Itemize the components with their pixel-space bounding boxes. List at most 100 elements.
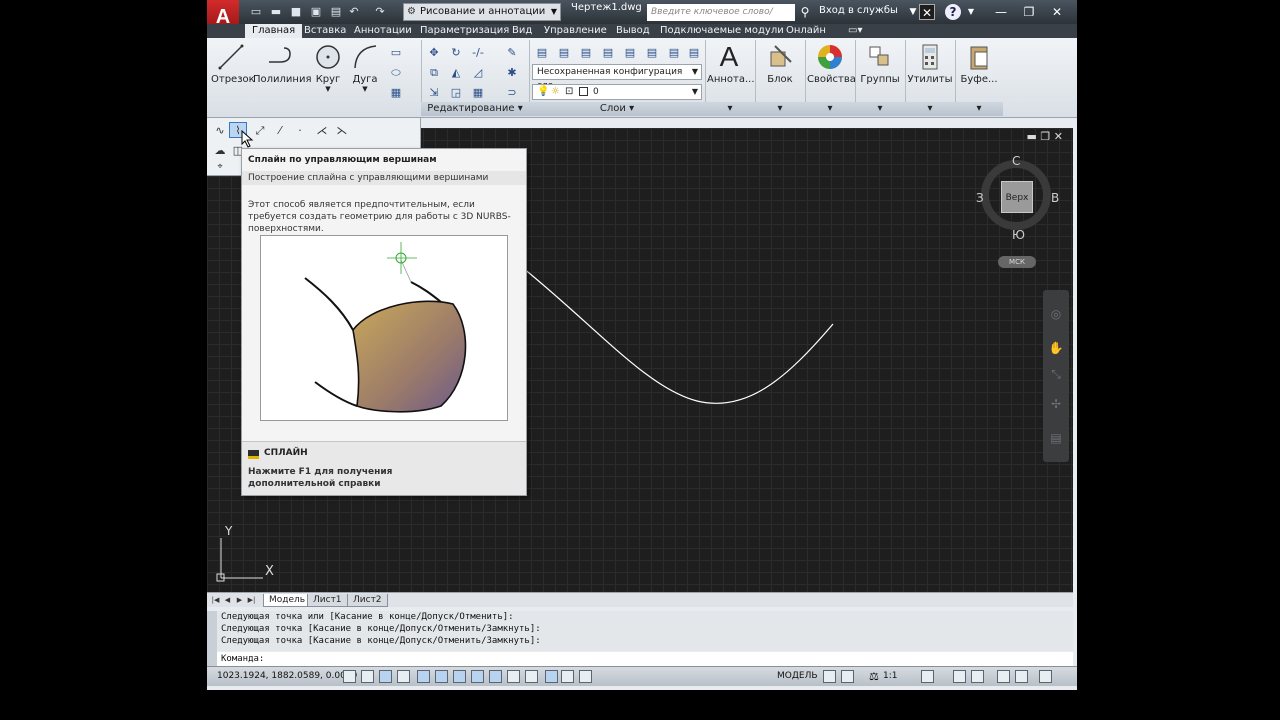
- ducs-toggle[interactable]: [489, 670, 502, 683]
- layer-off-icon[interactable]: ▤: [665, 44, 683, 60]
- modify-panel-title[interactable]: Редактирование ▾: [421, 102, 529, 116]
- hatch-icon[interactable]: ⬭: [387, 64, 405, 80]
- last-tab-icon[interactable]: ▶|: [247, 595, 256, 605]
- selection-cycling-toggle[interactable]: [579, 670, 592, 683]
- divide-icon[interactable]: ⋌: [313, 122, 331, 138]
- new-file-icon[interactable]: ▭: [249, 5, 263, 19]
- layer-lock-icon[interactable]: ▤: [685, 44, 703, 60]
- xline-icon[interactable]: ⁄: [271, 122, 289, 138]
- properties-button[interactable]: Свойства: [807, 42, 856, 90]
- pin-icon[interactable]: ⌖: [211, 158, 229, 174]
- clipboard-button[interactable]: Буфе...: [957, 42, 1001, 90]
- layer-previous-icon[interactable]: ▤: [599, 44, 617, 60]
- hardware-acceleration-icon[interactable]: [997, 670, 1010, 683]
- save-as-icon[interactable]: ▣: [309, 5, 323, 19]
- annotation-button[interactable]: A Аннота...: [707, 42, 755, 90]
- tab-annotate[interactable]: Аннотации: [354, 24, 412, 38]
- viewcube-top-face[interactable]: Верх: [1001, 181, 1033, 213]
- ucs-menu-button[interactable]: МСК: [998, 256, 1036, 268]
- tab-model[interactable]: Модель: [263, 594, 312, 607]
- layer-state-dropdown[interactable]: Несохраненная конфигурация сло ▼: [532, 64, 702, 91]
- viewcube-east[interactable]: В: [1051, 191, 1059, 205]
- annotation-visibility-icon[interactable]: [921, 670, 934, 683]
- showmotion-icon[interactable]: ▤: [1048, 430, 1064, 446]
- clean-screen-icon[interactable]: [1039, 670, 1052, 683]
- scale-icon[interactable]: ◲: [447, 84, 465, 100]
- rotate-icon[interactable]: ↻: [447, 44, 465, 60]
- block-button[interactable]: Блок: [759, 42, 801, 90]
- infer-constraints-toggle[interactable]: [343, 670, 356, 683]
- close-icon[interactable]: ✕: [1049, 4, 1065, 20]
- move-icon[interactable]: ✥: [425, 44, 443, 60]
- tab-plugins[interactable]: Подключаемые модули: [660, 24, 784, 38]
- block-panel-expander[interactable]: ▾: [755, 102, 805, 116]
- open-file-icon[interactable]: ▬: [269, 5, 283, 19]
- region-icon[interactable]: ▦: [387, 84, 405, 100]
- layers-panel-title[interactable]: Слои ▾: [529, 102, 705, 116]
- viewcube-west[interactable]: З: [976, 191, 984, 205]
- ortho-toggle[interactable]: [397, 670, 410, 683]
- erase-icon[interactable]: ✎: [503, 44, 521, 60]
- grid-toggle[interactable]: [379, 670, 392, 683]
- isolate-objects-icon[interactable]: [1015, 670, 1028, 683]
- utilities-panel-expander[interactable]: ▾: [905, 102, 955, 116]
- stretch-icon[interactable]: ⇲: [425, 84, 443, 100]
- tab-sheet1[interactable]: Лист1: [307, 594, 348, 607]
- layer-dropdown[interactable]: 💡 ☼ ⊡ 0 ▼: [532, 84, 702, 100]
- sign-in-link[interactable]: Вход в службы: [819, 5, 898, 16]
- workspace-selector[interactable]: ⚙ Рисование и аннотации ▼: [403, 3, 561, 21]
- zoom-icon[interactable]: ⤡: [1048, 366, 1064, 382]
- tab-manage[interactable]: Управление: [544, 24, 607, 38]
- layer-match-icon[interactable]: ▤: [577, 44, 595, 60]
- 3d-osnap-toggle[interactable]: [453, 670, 466, 683]
- transparency-toggle[interactable]: [545, 670, 558, 683]
- tab-online[interactable]: Онлайн: [786, 24, 826, 38]
- lineweight-toggle[interactable]: [525, 670, 538, 683]
- steering-wheel-icon[interactable]: ◎: [1048, 306, 1064, 322]
- quick-properties-toggle[interactable]: [561, 670, 574, 683]
- fillet-icon[interactable]: ◿: [469, 64, 487, 80]
- coordinates-readout[interactable]: 1023.1924, 1882.0589, 0.0000: [217, 671, 357, 681]
- offset-icon[interactable]: ⊃: [503, 84, 521, 100]
- annotation-panel-expander[interactable]: ▾: [705, 102, 755, 116]
- lock-ui-icon[interactable]: [971, 670, 984, 683]
- osnap-toggle[interactable]: [435, 670, 448, 683]
- restore-icon[interactable]: ❐: [1021, 4, 1037, 20]
- copy-icon[interactable]: ⧉: [425, 64, 443, 80]
- annotation-scale-selector[interactable]: 1:1: [883, 671, 897, 681]
- viewcube-north[interactable]: С: [1012, 154, 1020, 168]
- otrack-toggle[interactable]: [471, 670, 484, 683]
- help-search-input[interactable]: Введите ключевое слово/фразу: [647, 4, 795, 34]
- line-button[interactable]: Отрезок: [211, 42, 255, 90]
- quick-view-drawings-icon[interactable]: [841, 670, 854, 683]
- properties-panel-expander[interactable]: ▾: [805, 102, 855, 116]
- layer-isolate-icon[interactable]: ▤: [621, 44, 639, 60]
- tab-view[interactable]: Вид: [512, 24, 532, 38]
- explode-icon[interactable]: ✱: [503, 64, 521, 80]
- viewcube-south[interactable]: Ю: [1012, 228, 1025, 242]
- print-icon[interactable]: ▤: [329, 5, 343, 19]
- chevron-down-icon[interactable]: ▼: [963, 4, 979, 20]
- rectangle-icon[interactable]: ▭: [387, 44, 405, 60]
- utilities-button[interactable]: Утилиты: [907, 42, 953, 90]
- tab-parametric[interactable]: Параметризация: [420, 24, 509, 38]
- quick-view-layouts-icon[interactable]: [823, 670, 836, 683]
- save-icon[interactable]: ■: [289, 5, 303, 19]
- command-input[interactable]: Команда:: [217, 652, 1073, 666]
- workspace-switching-icon[interactable]: [953, 670, 966, 683]
- tab-sheet2[interactable]: Лист2: [347, 594, 388, 607]
- clipboard-panel-expander[interactable]: ▾: [955, 102, 1003, 116]
- prev-tab-icon[interactable]: ◀: [223, 595, 232, 605]
- minimize-icon[interactable]: —: [993, 4, 1009, 20]
- measure-icon[interactable]: ⋋: [333, 122, 351, 138]
- tab-insert[interactable]: Вставка: [304, 24, 346, 38]
- help-icon[interactable]: ?: [945, 4, 961, 20]
- orbit-icon[interactable]: ✢: [1048, 396, 1064, 412]
- trim-icon[interactable]: -/-: [469, 44, 487, 60]
- layer-state-icon[interactable]: ▤: [555, 44, 573, 60]
- next-tab-icon[interactable]: ▶: [235, 595, 244, 605]
- ribbon-options-icon[interactable]: ▭▾: [848, 24, 862, 38]
- dyn-toggle[interactable]: [507, 670, 520, 683]
- layer-properties-icon[interactable]: ▤: [533, 44, 551, 60]
- model-space-button[interactable]: МОДЕЛЬ: [777, 671, 818, 681]
